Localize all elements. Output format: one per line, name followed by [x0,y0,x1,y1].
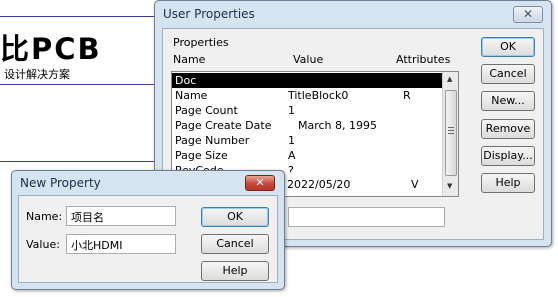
property-value: TitleBlock0 [288,89,349,102]
property-name: Name [175,89,208,102]
cancel-button[interactable]: Cancel [201,234,269,254]
property-name: Page Create Date [175,119,272,132]
cancel-button[interactable]: Cancel [481,64,535,84]
list-item[interactable]: Doc [172,73,442,88]
property-attributes: R [403,89,411,102]
dialog-title: User Properties [163,7,255,21]
company-logo-subtitle: 设计解决方案 [4,68,70,81]
close-button[interactable]: ✕ [245,175,275,191]
remove-button[interactable]: Remove [481,119,535,139]
list-item[interactable]: Page Create Date March 8, 1995 [172,118,442,133]
property-name: Page Size [175,149,228,162]
property-name: Page Number [175,134,250,147]
scroll-down-icon[interactable]: ▼ [447,182,452,190]
property-value: 2022/05/20 [287,178,351,191]
help-button[interactable]: Help [481,173,535,193]
help-button[interactable]: Help [201,261,269,281]
list-scrollbar[interactable]: ▲ ▼ [442,72,458,196]
column-header-attributes: Attributes [396,53,451,66]
schematic-border-line-low [0,161,160,162]
list-item[interactable]: Name TitleBlock0 R [172,88,442,103]
name-label: Name: [26,210,63,223]
column-header-value: Value [293,53,324,66]
property-value: A [288,149,296,162]
value-label: Value: [26,238,60,251]
company-logo: 比PCB [0,32,102,66]
new-property-dialog: New Property ✕ Name: 项目名 Value: 小北HDMI O… [11,170,285,290]
list-item[interactable]: Page Size A [172,148,442,163]
properties-group-label: Properties [173,36,229,49]
new-property-button[interactable]: New... [481,91,535,111]
ok-button[interactable]: OK [481,37,535,57]
property-value: March 8, 1995 [298,119,378,132]
property-value: 1 [288,104,295,117]
property-name: Page Count [175,104,238,117]
dialog-title: New Property [20,176,101,190]
schematic-border-line-top [0,16,160,17]
name-field[interactable]: 项目名 [66,206,176,226]
property-attributes: V [411,178,419,191]
list-item[interactable]: Page Number 1 [172,133,442,148]
close-icon: ✕ [522,7,534,21]
dialog-client-area: Name: 项目名 Value: 小北HDMI OK Cancel Help [18,195,278,283]
property-value-field[interactable] [288,207,445,227]
scroll-up-icon[interactable]: ▲ [447,75,452,83]
display-button[interactable]: Display... [481,146,535,166]
column-header-name: Name [173,53,206,66]
ok-button[interactable]: OK [201,207,269,227]
property-value: 1 [288,134,295,147]
list-item[interactable]: Page Count 1 [172,103,442,118]
property-name: Doc [175,74,197,87]
value-field[interactable]: 小北HDMI [66,234,176,254]
close-button[interactable]: ✕ [513,6,543,23]
schematic-border-line-mid [0,84,160,85]
scrollbar-thumb[interactable] [445,90,457,176]
property-value: ? [288,164,294,173]
close-icon: ✕ [255,176,265,189]
